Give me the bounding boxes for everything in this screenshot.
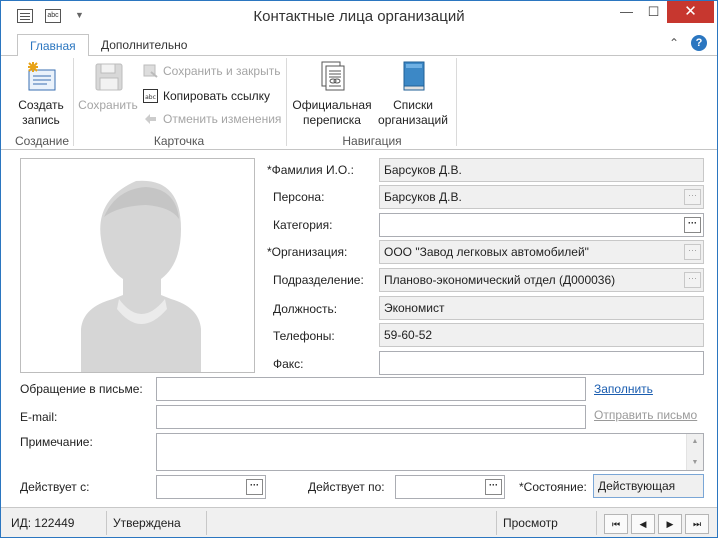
documents-link-icon — [316, 60, 348, 94]
save-close-icon — [143, 64, 158, 78]
group-label-nav: Навигация — [342, 134, 402, 148]
group-divider — [73, 58, 74, 146]
cancel-changes-button[interactable]: Отменить изменения — [143, 109, 281, 129]
group-label-card: Карточка — [153, 134, 205, 148]
status-divider — [206, 511, 207, 535]
category-field[interactable]: ··· — [379, 213, 704, 237]
status-divider — [106, 511, 107, 535]
group-divider — [286, 58, 287, 146]
next-record-button[interactable]: ▶ — [658, 514, 682, 534]
status-bar: ИД: 122449 Утверждена Просмотр ⏮ ◀ ▶ ⏭ — [1, 507, 717, 537]
tab-main[interactable]: Главная — [17, 34, 89, 57]
record-status: Утверждена — [113, 516, 181, 530]
salutation-field[interactable] — [156, 377, 586, 401]
collapse-ribbon-icon[interactable]: ⌃ — [669, 36, 679, 50]
phones-field[interactable]: 59-60-52 — [379, 323, 704, 347]
person-field[interactable]: Барсуков Д.В. ··· — [379, 185, 704, 209]
new-record-icon — [25, 60, 57, 94]
maximize-button[interactable]: ☐ — [640, 1, 667, 23]
org-value: ООО "Завод легковых автомобилей" — [384, 245, 589, 259]
last-record-button[interactable]: ⏭ — [685, 514, 709, 534]
status-divider — [496, 511, 497, 535]
fax-field[interactable] — [379, 351, 704, 375]
fax-label: Факс: — [273, 357, 304, 371]
salutation-label: Обращение в письме: — [20, 382, 143, 396]
tab-extra[interactable]: Дополнительно — [89, 34, 199, 57]
view-mode: Просмотр — [503, 516, 558, 530]
undo-icon — [143, 112, 158, 126]
person-silhouette-icon — [81, 180, 201, 372]
dept-label: Подразделение: — [273, 273, 364, 287]
state-field[interactable]: Действующая — [593, 474, 704, 498]
note-label: Примечание: — [20, 435, 93, 449]
abc-link-icon: abc — [143, 89, 158, 103]
window-title: Контактные лица организаций — [253, 8, 465, 25]
valid-from-field[interactable]: ··· — [156, 475, 266, 499]
category-label: Категория: — [273, 218, 333, 232]
fio-label: *Фамилия И.О.: — [267, 163, 354, 177]
dept-field[interactable]: Планово-экономический отдел (Д000036) ··… — [379, 268, 704, 292]
title-bar: abc ▼ Контактные лица организаций — ☐ ✕ — [1, 1, 717, 32]
minimize-button[interactable]: — — [613, 1, 640, 23]
dept-value: Планово-экономический отдел (Д000036) — [384, 273, 616, 287]
email-field[interactable] — [156, 405, 586, 429]
send-email-link[interactable]: Отправить письмо — [594, 408, 697, 422]
valid-from-label: Действует с: — [20, 480, 90, 494]
copy-link-button[interactable]: abc Копировать ссылку — [143, 86, 270, 106]
state-label: *Состояние: — [519, 480, 587, 494]
dept-lookup-button[interactable]: ··· — [684, 272, 701, 288]
scroll-up-icon[interactable]: ▲ — [687, 438, 703, 445]
group-divider — [456, 58, 457, 146]
phones-label: Телефоны: — [273, 329, 335, 343]
status-divider — [596, 511, 597, 535]
valid-from-picker-button[interactable]: ··· — [246, 479, 263, 495]
org-label: *Организация: — [267, 245, 348, 259]
save-and-close-button[interactable]: Сохранить и закрыть — [143, 61, 280, 81]
official-correspondence-button[interactable]: Официальная переписка — [291, 60, 373, 128]
create-record-button[interactable]: Создать запись — [11, 60, 71, 128]
save-button[interactable]: Сохранить — [77, 60, 139, 113]
position-field[interactable]: Экономист — [379, 296, 704, 320]
save-icon — [92, 60, 124, 94]
book-icon — [397, 60, 429, 94]
valid-to-field[interactable]: ··· — [395, 475, 505, 499]
ribbon-tabs: Главная Дополнительно — [1, 32, 717, 57]
close-button[interactable]: ✕ — [667, 1, 714, 23]
person-label: Персона: — [273, 190, 325, 204]
help-icon[interactable]: ? — [691, 35, 707, 51]
scroll-down-icon[interactable]: ▼ — [687, 459, 703, 466]
category-lookup-button[interactable]: ··· — [684, 217, 701, 233]
org-lists-button[interactable]: Списки организаций — [375, 60, 451, 128]
position-label: Должность: — [273, 302, 338, 316]
org-field[interactable]: ООО "Завод легковых автомобилей" ··· — [379, 240, 704, 264]
prev-record-button[interactable]: ◀ — [631, 514, 655, 534]
note-scrollbar[interactable]: ▲ ▼ — [686, 434, 703, 470]
valid-to-label: Действует по: — [308, 480, 385, 494]
email-label: E-mail: — [20, 410, 58, 424]
valid-to-picker-button[interactable]: ··· — [485, 479, 502, 495]
record-id: ИД: 122449 — [11, 516, 75, 530]
person-lookup-button[interactable]: ··· — [684, 189, 701, 205]
svg-text:abc: abc — [145, 94, 156, 101]
ribbon: Создать запись Создание Сохранить Сохран… — [1, 56, 717, 150]
note-textarea[interactable]: ▲ ▼ — [156, 433, 704, 471]
fill-salutation-link[interactable]: Заполнить — [594, 382, 653, 396]
app-window: abc ▼ Контактные лица организаций — ☐ ✕ … — [0, 0, 718, 538]
fio-field[interactable]: Барсуков Д.В. — [379, 158, 704, 182]
first-record-button[interactable]: ⏮ — [604, 514, 628, 534]
group-label-create: Создание — [14, 134, 70, 148]
org-lookup-button[interactable]: ··· — [684, 244, 701, 260]
person-value: Барсуков Д.В. — [384, 190, 462, 204]
contact-photo-placeholder — [20, 158, 255, 373]
